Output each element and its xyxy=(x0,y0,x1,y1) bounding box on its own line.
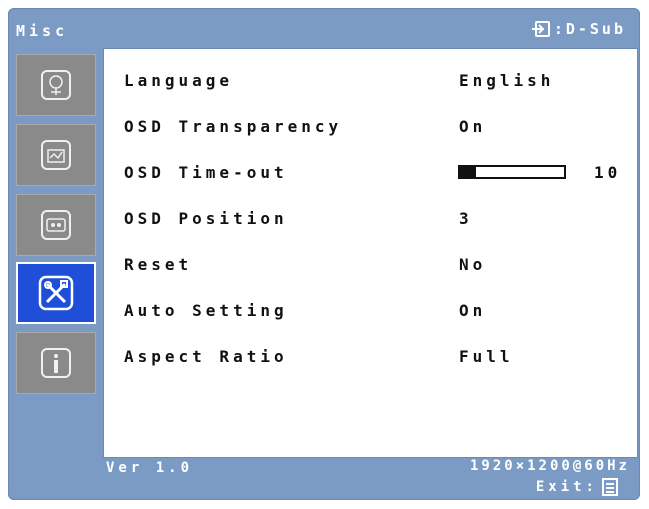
exit-hint[interactable]: Exit: xyxy=(536,478,618,496)
sidebar-item-info[interactable] xyxy=(16,332,96,394)
osd-position-label: OSD Position xyxy=(124,209,288,228)
auto-setting-value: On xyxy=(459,301,487,320)
picture-icon xyxy=(41,70,71,100)
input-source-icon xyxy=(531,21,550,37)
osd-timeout-slider-fill xyxy=(460,167,476,177)
image-settings-icon xyxy=(41,210,71,240)
input-source-indicator: :D-Sub xyxy=(531,20,626,38)
settings-panel: Language English OSD Transparency On OSD… xyxy=(103,48,638,458)
exit-label: Exit: xyxy=(535,479,598,495)
sidebar-item-image-settings[interactable] xyxy=(16,194,96,256)
osd-timeout-slider[interactable] xyxy=(458,165,566,179)
osd-position-value: 3 xyxy=(459,209,473,228)
row-language[interactable]: Language English xyxy=(104,67,637,97)
info-icon xyxy=(41,348,71,378)
menu-button-icon xyxy=(602,478,618,496)
row-osd-transparency[interactable]: OSD Transparency On xyxy=(104,113,637,143)
auto-setting-label: Auto Setting xyxy=(124,301,288,320)
row-osd-timeout[interactable]: OSD Time-out 10 xyxy=(104,159,637,189)
row-auto-setting[interactable]: Auto Setting On xyxy=(104,297,637,327)
row-osd-position[interactable]: OSD Position 3 xyxy=(104,205,637,235)
osd-timeout-value: 10 xyxy=(594,163,622,182)
aspect-ratio-label: Aspect Ratio xyxy=(124,347,288,366)
color-icon xyxy=(41,140,71,170)
row-aspect-ratio[interactable]: Aspect Ratio Full xyxy=(104,343,637,373)
language-value: English xyxy=(459,71,555,90)
osd-transparency-label: OSD Transparency xyxy=(124,117,343,136)
firmware-version: Ver 1.0 xyxy=(106,460,194,476)
tools-icon xyxy=(38,275,74,311)
language-label: Language xyxy=(124,71,234,90)
sidebar-item-picture[interactable] xyxy=(16,54,96,116)
aspect-ratio-value: Full xyxy=(459,347,514,366)
reset-label: Reset xyxy=(124,255,193,274)
input-source-label: :D-Sub xyxy=(553,20,626,38)
sidebar-item-color[interactable] xyxy=(16,124,96,186)
row-reset[interactable]: Reset No xyxy=(104,251,637,281)
osd-window: Misc :D-Sub Language English OSD Transpa… xyxy=(8,8,640,500)
reset-value: No xyxy=(459,255,487,274)
osd-transparency-value: On xyxy=(459,117,487,136)
osd-timeout-label: OSD Time-out xyxy=(124,163,288,182)
resolution-readout: 1920×1200@60Hz xyxy=(469,458,630,474)
sidebar-item-misc[interactable] xyxy=(16,262,96,324)
menu-title: Misc xyxy=(16,22,69,40)
